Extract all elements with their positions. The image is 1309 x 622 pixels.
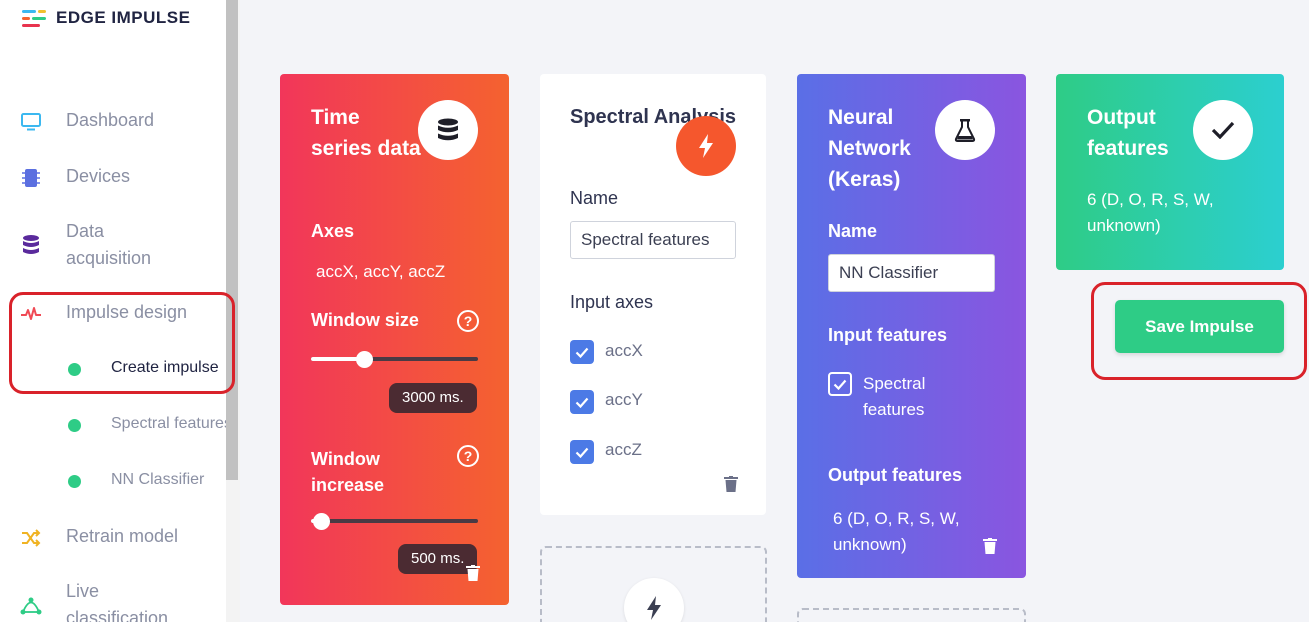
axis-label: accX bbox=[605, 341, 643, 360]
check-icon bbox=[575, 447, 589, 458]
neural-network-card: Neural Network (Keras) Name NN Classifie… bbox=[797, 74, 1026, 578]
check-icon bbox=[575, 347, 589, 358]
output-features-label: Output features bbox=[828, 465, 963, 485]
axes-label: Axes bbox=[311, 221, 355, 241]
window-size-value: 3000 ms. bbox=[389, 383, 477, 413]
network-icon bbox=[20, 594, 42, 616]
chip-icon bbox=[20, 167, 42, 189]
nn-name-input[interactable]: NN Classifier bbox=[828, 254, 995, 292]
sidebar-subitem-spectral-features[interactable]: Spectral features bbox=[0, 411, 226, 439]
input-feature-label: Spectral features bbox=[863, 374, 926, 419]
add-processing-block[interactable] bbox=[540, 546, 767, 622]
window-size-label: Window size bbox=[311, 310, 419, 330]
accz-checkbox[interactable] bbox=[570, 440, 594, 464]
sidebar-item-live-classification[interactable]: Live classification bbox=[0, 578, 226, 622]
spectral-features-checkbox[interactable] bbox=[828, 372, 852, 396]
sidebar-item-dashboard[interactable]: Dashboard bbox=[0, 107, 226, 137]
name-label: Name bbox=[828, 221, 878, 241]
axes-value: accX, accY, accZ bbox=[316, 262, 446, 281]
highlight-annotation-sidebar bbox=[9, 292, 235, 394]
sidebar-item-data-acquisition[interactable]: Data acquisition bbox=[0, 218, 226, 274]
sidebar-subitem-label: NN Classifier bbox=[111, 471, 205, 488]
check-icon bbox=[833, 379, 847, 390]
sidebar-item-retrain-model[interactable]: Retrain model bbox=[0, 523, 226, 553]
sidebar-item-label: Data acquisition bbox=[66, 221, 152, 268]
sidebar-item-label: Devices bbox=[66, 166, 131, 186]
lightning-icon bbox=[676, 116, 736, 176]
time-series-card: Time series data Axes accX, accY, accZ W… bbox=[280, 74, 509, 605]
sidebar-item-label: Live classification bbox=[66, 581, 169, 622]
lightning-icon bbox=[624, 578, 684, 622]
spectral-analysis-card: Spectral Analysis Name Spectral features… bbox=[540, 74, 766, 515]
output-features-value: 6 (D, O, R, S, W, unknown) bbox=[833, 509, 960, 554]
help-icon[interactable]: ? bbox=[457, 445, 479, 467]
shuffle-icon bbox=[20, 527, 42, 549]
brand-logo[interactable]: EDGE IMPULSE bbox=[22, 8, 190, 28]
status-dot bbox=[68, 475, 81, 488]
sidebar-item-label: Dashboard bbox=[66, 110, 155, 130]
check-icon bbox=[575, 397, 589, 408]
status-dot bbox=[68, 419, 81, 432]
axis-label: accZ bbox=[605, 440, 642, 459]
sidebar-subitem-nn-classifier[interactable]: NN Classifier bbox=[0, 467, 226, 495]
output-features-value: 6 (D, O, R, S, W, unknown) bbox=[1087, 190, 1214, 235]
input-axes-label: Input axes bbox=[570, 292, 654, 312]
sidebar-subitem-label: Spectral features bbox=[111, 415, 226, 432]
sidebar-item-devices[interactable]: Devices bbox=[0, 163, 226, 193]
card-title: Time series data bbox=[311, 106, 421, 160]
window-size-slider-handle[interactable] bbox=[355, 351, 373, 368]
monitor-icon bbox=[20, 111, 42, 133]
trash-icon[interactable] bbox=[724, 476, 738, 492]
spectral-name-input[interactable]: Spectral features bbox=[570, 221, 736, 259]
database-icon bbox=[418, 100, 478, 160]
accy-checkbox[interactable] bbox=[570, 390, 594, 414]
trash-icon[interactable] bbox=[466, 565, 480, 581]
card-title: Output features bbox=[1087, 106, 1169, 160]
axis-label: accY bbox=[605, 390, 643, 409]
database-icon bbox=[20, 234, 42, 256]
help-icon[interactable]: ? bbox=[457, 310, 479, 332]
check-icon bbox=[1193, 100, 1253, 160]
window-increase-slider-handle[interactable] bbox=[312, 513, 330, 530]
brand-name: EDGE IMPULSE bbox=[56, 8, 191, 27]
window-increase-label: Window increase bbox=[311, 449, 385, 495]
edge-impulse-logo-icon bbox=[22, 8, 48, 28]
accx-checkbox[interactable] bbox=[570, 340, 594, 364]
highlight-annotation-save bbox=[1091, 282, 1307, 380]
sidebar-scrollbar-thumb[interactable] bbox=[226, 0, 238, 480]
trash-icon[interactable] bbox=[983, 538, 997, 554]
window-increase-slider[interactable] bbox=[311, 519, 478, 523]
name-label: Name bbox=[570, 188, 619, 208]
input-features-label: Input features bbox=[828, 325, 948, 345]
flask-icon bbox=[935, 100, 995, 160]
output-features-card: Output features 6 (D, O, R, S, W, unknow… bbox=[1056, 74, 1284, 270]
add-learning-block[interactable] bbox=[797, 608, 1026, 622]
sidebar-item-label: Retrain model bbox=[66, 526, 179, 546]
